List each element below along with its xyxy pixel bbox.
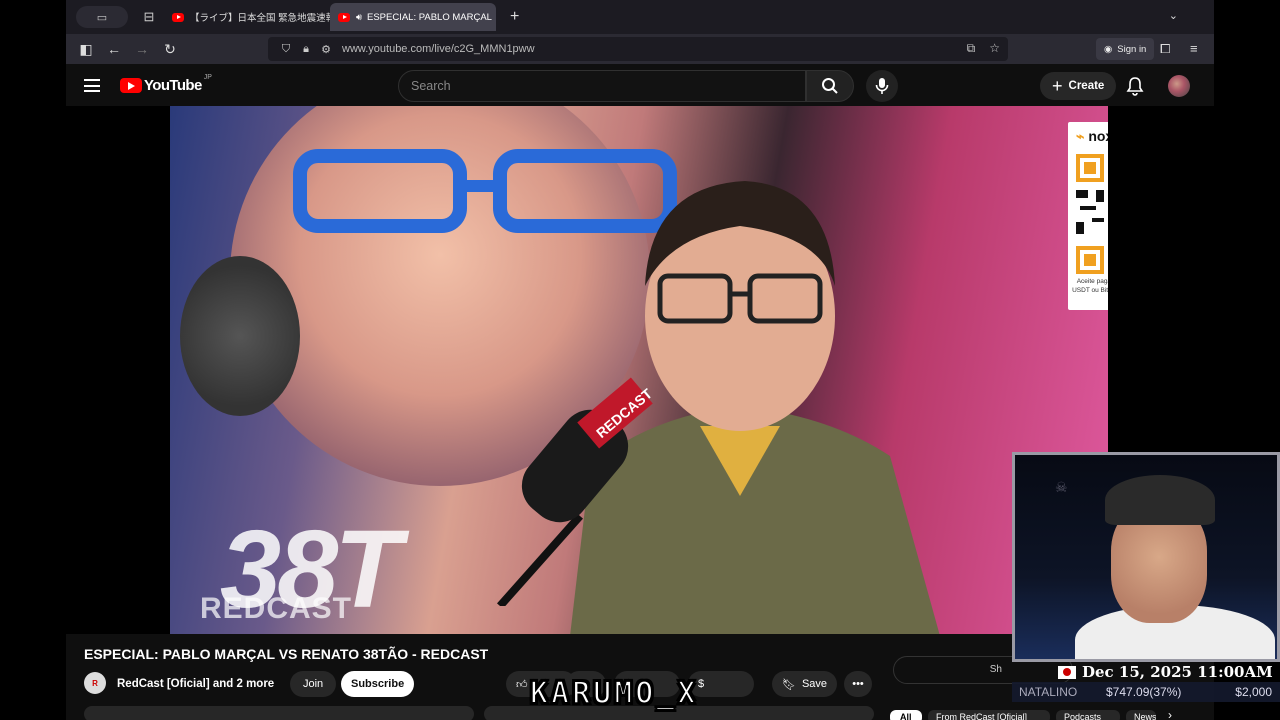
more-horizontal-icon: •••	[852, 678, 864, 690]
datetime-text: Dec 15, 2025 11:00AM	[1082, 663, 1273, 681]
description-box[interactable]	[84, 706, 474, 720]
tab-especial[interactable]: 🔊︎ ESPECIAL: PABLO MARÇAL ✕	[330, 3, 496, 31]
search-button[interactable]	[806, 70, 854, 102]
streamer-webcam: ☠	[1012, 452, 1280, 662]
chip-all[interactable]: All	[890, 710, 922, 720]
channel-name[interactable]: RedCast [Oficial] and 2 more	[117, 678, 274, 690]
new-tab-button[interactable]: +	[510, 8, 519, 26]
picture-in-picture-icon[interactable]: ⧉	[967, 41, 976, 56]
streamer-watermark: KARUMO_X	[529, 675, 699, 712]
video-watermark: REDCAST	[200, 592, 353, 625]
thumbs-up-icon: 👍︎	[516, 678, 528, 691]
notifications-bell-icon[interactable]	[1126, 76, 1144, 96]
channel-avatar[interactable]: R	[84, 672, 106, 694]
save-button[interactable]: 🔖︎ Save	[772, 671, 838, 697]
microphone-icon	[875, 78, 889, 94]
video-title: ESPECIAL: PABLO MARÇAL VS RENATO 38TÃO -…	[84, 646, 489, 662]
chip-podcasts[interactable]: Podcasts	[1056, 710, 1120, 720]
youtube-favicon-icon	[338, 12, 350, 22]
sidebar-toggle-icon[interactable]: ◧	[72, 41, 100, 58]
youtube-logo[interactable]: YouTube JP	[120, 74, 212, 94]
sponsor-caption: Aceite pagamentos via Pix e receba em US…	[1072, 278, 1108, 294]
video-frame[interactable]: 38T REDCAST REDCAST ⌁ noxpay.io	[170, 106, 1108, 634]
account-icon: ◉	[1104, 43, 1113, 55]
tab-bar: ▭ ⊟ 【ライブ】日本全国 緊急地震速報 ✕ 🔊︎ ESPECIAL: PABL…	[66, 0, 1214, 34]
hamburger-menu-icon[interactable]	[84, 79, 100, 92]
subscribe-button[interactable]: Subscribe	[341, 671, 415, 697]
account-avatar[interactable]	[1168, 75, 1190, 97]
tab-list-icon[interactable]: ⊟	[134, 9, 164, 25]
japan-flag-icon	[1058, 665, 1076, 679]
bookmark-icon: 🔖︎	[782, 678, 796, 691]
app-menu-icon[interactable]: ≡	[1190, 41, 1198, 56]
donation-goal-bar: NATALINO $747.09(37%) $2,000	[1012, 682, 1280, 702]
tab-overview-button[interactable]: ▭	[76, 6, 128, 28]
youtube-play-icon	[120, 78, 142, 93]
skull-icon: ☠	[1055, 479, 1068, 495]
streamer-cap	[1105, 475, 1215, 525]
join-button[interactable]: Join	[290, 671, 337, 697]
qr-code	[1076, 154, 1108, 274]
navigation-bar: ◧ ← → ↻ ⛉ 🔒︎ ⚙ www.youtube.com/live/c2G_…	[66, 34, 1214, 64]
extensions-icon[interactable]: ⧠	[1160, 41, 1170, 57]
podcast-microphone: REDCAST	[497, 377, 655, 606]
back-button[interactable]: ←	[100, 41, 128, 57]
donation-goal: $2,000	[1235, 685, 1272, 699]
tab-earthquake-live[interactable]: 【ライブ】日本全国 緊急地震速報 ✕	[164, 3, 330, 31]
donation-progress: $747.09(37%)	[1106, 685, 1182, 699]
search-icon	[822, 78, 838, 94]
bitcoin-emblem	[180, 256, 300, 416]
youtube-header: YouTube JP Search + Create	[66, 64, 1214, 108]
create-button[interactable]: + Create	[1040, 72, 1117, 100]
sponsor-logo: ⌁ noxpay.io	[1076, 128, 1108, 144]
permissions-icon[interactable]: ⚙	[316, 43, 336, 56]
youtube-favicon-icon	[172, 12, 184, 22]
more-actions-button[interactable]: •••	[844, 671, 872, 697]
shield-icon[interactable]: ⛉	[276, 43, 296, 56]
reload-button[interactable]: ↻	[156, 41, 184, 58]
forward-button[interactable]: →	[128, 41, 156, 57]
chevron-right-icon[interactable]: ›	[1168, 708, 1172, 720]
chevron-down-icon[interactable]: ⌄	[1169, 9, 1178, 22]
url-text[interactable]: www.youtube.com/live/c2G_MMN1pww	[342, 43, 535, 55]
search-input[interactable]: Search	[398, 70, 806, 102]
donor-name: NATALINO	[1019, 685, 1078, 699]
address-bar[interactable]: ⛉ 🔒︎ ⚙ www.youtube.com/live/c2G_MMN1pww …	[268, 37, 1008, 61]
stream-clock: Dec 15, 2025 11:00AM	[1058, 662, 1280, 682]
chip-from-channel[interactable]: From RedCast [Oficial]	[928, 710, 1050, 720]
sponsor-qr-card: ⌁ noxpay.io Aceite pagamentos via Pix e …	[1068, 122, 1108, 310]
voice-search-button[interactable]	[866, 70, 898, 102]
bookmark-star-icon[interactable]: ☆	[989, 41, 1000, 56]
sign-in-button[interactable]: ◉ Sign in	[1096, 38, 1155, 60]
speaker-icon[interactable]: 🔊︎	[356, 12, 362, 23]
plus-icon: +	[1052, 75, 1063, 96]
lock-icon[interactable]: 🔒︎	[296, 43, 316, 56]
chip-news[interactable]: News	[1126, 710, 1156, 720]
